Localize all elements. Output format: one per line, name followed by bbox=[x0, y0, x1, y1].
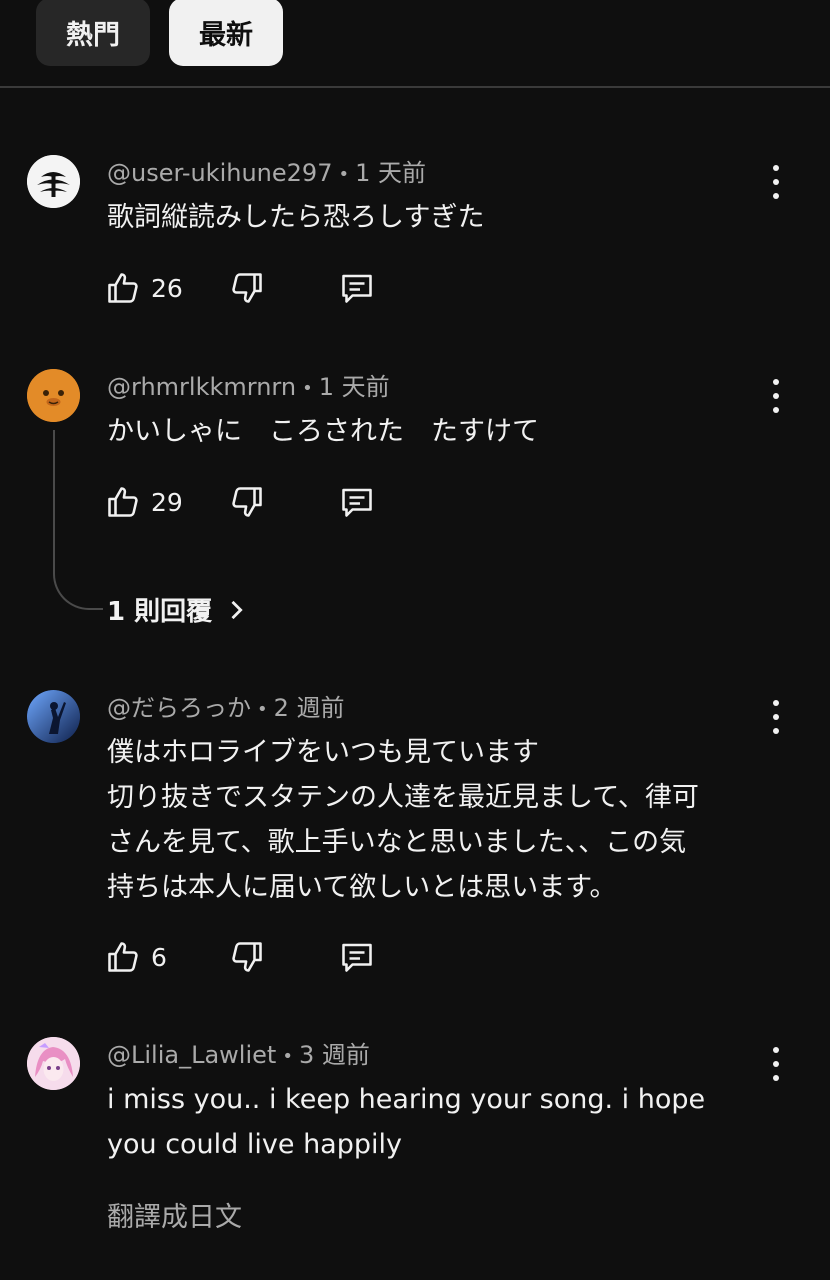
reply-comment-icon bbox=[342, 274, 372, 303]
more-options-icon[interactable] bbox=[766, 700, 786, 734]
avatar[interactable] bbox=[27, 690, 80, 743]
avatar[interactable] bbox=[27, 155, 80, 208]
anime-girl-avatar-icon bbox=[27, 1037, 80, 1090]
comment-line: you could live happily bbox=[107, 1129, 402, 1160]
pine-crest-icon bbox=[27, 155, 80, 208]
comment-author[interactable]: @rhmrlkkmrnrn bbox=[107, 373, 296, 401]
thumb-up-icon bbox=[108, 273, 138, 303]
orange-face-icon bbox=[27, 369, 80, 422]
thumb-up-icon bbox=[108, 942, 138, 972]
reply-button[interactable] bbox=[339, 268, 375, 308]
reply-button[interactable] bbox=[339, 482, 375, 522]
more-options-icon[interactable] bbox=[766, 1047, 786, 1081]
comment-line: かいしゃに ころされた たすけて bbox=[107, 416, 539, 447]
translate-link[interactable]: 翻譯成日文 bbox=[107, 1195, 242, 1234]
thumb-down-icon bbox=[232, 273, 262, 303]
comment-line: i miss you.. i keep hearing your song. i… bbox=[107, 1084, 706, 1115]
like-button[interactable]: 26 bbox=[105, 268, 183, 308]
sort-hot-chip[interactable]: 熱門 bbox=[36, 0, 150, 66]
comment-author[interactable]: @だらろっか bbox=[107, 694, 251, 722]
more-options-icon[interactable] bbox=[766, 165, 786, 199]
comment-text: かいしゃに ころされた たすけて bbox=[107, 409, 787, 454]
thumb-down-icon bbox=[232, 942, 262, 972]
comment-text: 僕はホロライブをいつも見ています 切り抜きでスタテンの人達を最近見まして、律可 … bbox=[107, 730, 787, 910]
comment-line: 持ちは本人に届いて欲しいとは思います。 bbox=[107, 872, 617, 903]
reply-comment-icon bbox=[342, 943, 372, 972]
comment-meta: @だらろっか • 2 週前 bbox=[107, 694, 345, 722]
chevron-right-icon bbox=[231, 600, 243, 619]
comment-author[interactable]: @user-ukihune297 bbox=[107, 159, 332, 187]
like-count: 29 bbox=[151, 487, 183, 517]
comment-text: 歌詞縦読みしたら恐ろしすぎた bbox=[107, 195, 787, 240]
like-count: 6 bbox=[151, 942, 167, 972]
like-count: 26 bbox=[151, 273, 183, 303]
thread-connector bbox=[53, 430, 103, 610]
comment-time: 2 週前 bbox=[273, 694, 345, 722]
sort-chips-bar: 熱門 最新 bbox=[0, 0, 830, 88]
reply-button[interactable] bbox=[339, 937, 375, 977]
night-sky-avatar-icon bbox=[27, 690, 80, 743]
dislike-button[interactable] bbox=[229, 937, 265, 977]
view-replies-button[interactable]: 1 則回覆 bbox=[107, 591, 250, 628]
dislike-button[interactable] bbox=[229, 482, 265, 522]
comment-line: 歌詞縦読みしたら恐ろしすぎた bbox=[107, 202, 485, 233]
replies-label: 1 則回覆 bbox=[107, 597, 213, 627]
comment-meta: @Lilia_Lawliet • 3 週前 bbox=[107, 1041, 370, 1069]
avatar[interactable] bbox=[27, 1037, 80, 1090]
comment-actions: 26 bbox=[105, 268, 405, 308]
comment-actions: 29 bbox=[105, 482, 405, 522]
comment-time: 3 週前 bbox=[298, 1041, 370, 1069]
comment-actions: 6 bbox=[105, 937, 405, 977]
comment-meta: @user-ukihune297 • 1 天前 bbox=[107, 159, 426, 187]
thumb-down-icon bbox=[232, 487, 262, 517]
avatar[interactable] bbox=[27, 369, 80, 422]
more-options-icon[interactable] bbox=[766, 379, 786, 413]
comment-time: 1 天前 bbox=[355, 159, 426, 187]
comment-author[interactable]: @Lilia_Lawliet bbox=[107, 1041, 276, 1069]
comment-line: さんを見て、歌上手いなと思いました、、この気 bbox=[107, 827, 687, 858]
comment-line: 切り抜きでスタテンの人達を最近見まして、律可 bbox=[107, 782, 699, 813]
like-button[interactable]: 6 bbox=[105, 937, 167, 977]
dislike-button[interactable] bbox=[229, 268, 265, 308]
sort-newest-chip[interactable]: 最新 bbox=[169, 0, 283, 66]
reply-comment-icon bbox=[342, 488, 372, 517]
thumb-up-icon bbox=[108, 487, 138, 517]
comment-time: 1 天前 bbox=[318, 373, 390, 401]
comment-text: i miss you.. i keep hearing your song. i… bbox=[107, 1077, 787, 1167]
like-button[interactable]: 29 bbox=[105, 482, 183, 522]
comment-line: 僕はホロライブをいつも見ています bbox=[107, 737, 539, 768]
comment-meta: @rhmrlkkmrnrn • 1 天前 bbox=[107, 373, 390, 401]
